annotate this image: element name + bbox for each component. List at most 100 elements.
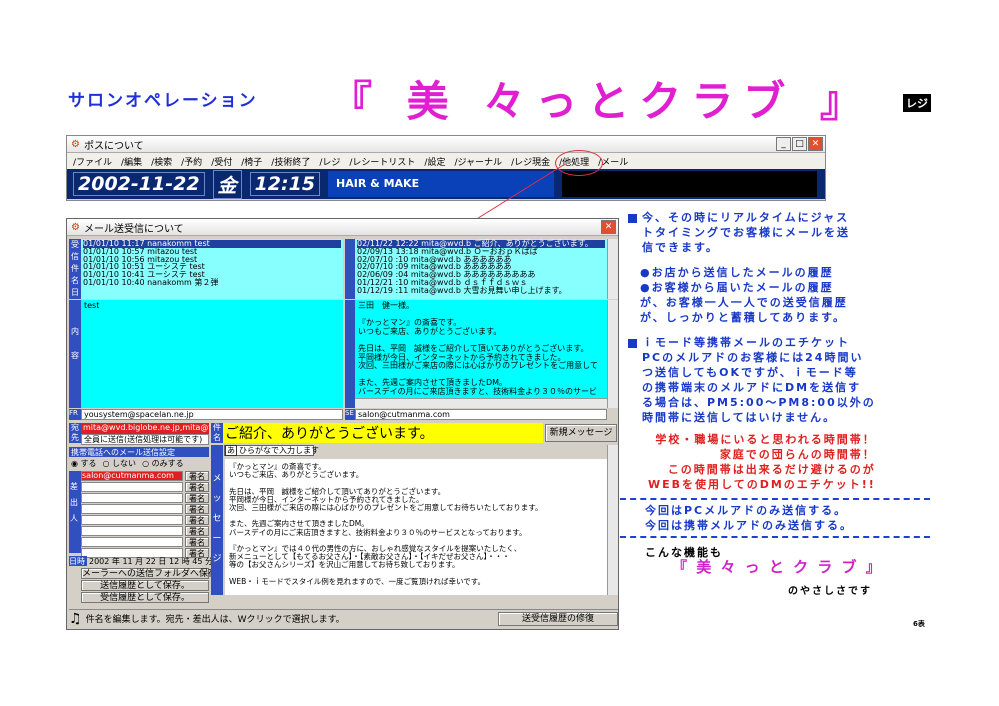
notes-line: ｉモード等携帯メールのエチケット bbox=[628, 335, 876, 350]
ime-hint[interactable]: あひらがなで入力します bbox=[224, 445, 319, 456]
from-address[interactable]: yousystem@spacelan.ne.jp bbox=[81, 409, 343, 420]
status-text: 件名を編集します。宛先・差出人は、Wクリックで選択します。 bbox=[85, 615, 345, 625]
menu-item-0[interactable]: /ファイル bbox=[73, 155, 112, 168]
menu-item-9[interactable]: /設定 bbox=[424, 155, 445, 168]
sign-button[interactable]: 署名 bbox=[185, 493, 209, 503]
menu-item-6[interactable]: /技術終了 bbox=[271, 155, 310, 168]
section-tag: レジ bbox=[903, 94, 931, 112]
datetime-value: 2002 年 11 月 22 日 12 時 45 分 bbox=[89, 557, 213, 566]
dest-label: 宛先 bbox=[69, 423, 81, 443]
close-icon[interactable]: ✕ bbox=[601, 220, 616, 234]
folder-button-2[interactable]: 受信履歴として保存。 bbox=[81, 592, 209, 603]
sent-body-label: 内容 bbox=[69, 300, 81, 408]
notes-line: PCのメルアドのお客様には24時間い bbox=[642, 351, 864, 364]
recv-side-label bbox=[345, 239, 355, 299]
sign-button[interactable]: 署名 bbox=[185, 537, 209, 547]
menu-item-8[interactable]: /レシートリスト bbox=[349, 155, 415, 168]
mobile-option-2[interactable]: ○ のみする bbox=[142, 458, 184, 469]
menu-item-5[interactable]: /椅子 bbox=[241, 155, 262, 168]
notes-line: ●お客様から届いたメールの履歴 bbox=[640, 281, 834, 294]
page-number: 6表 bbox=[913, 620, 925, 628]
menu-item-1[interactable]: /編集 bbox=[121, 155, 142, 168]
sent-body[interactable]: test bbox=[81, 300, 343, 408]
notes-line: この時間帯は出来るだけ避けるのが bbox=[667, 463, 876, 476]
menu-item-4[interactable]: /受付 bbox=[211, 155, 232, 168]
bulk-send-note[interactable]: 全員に送信(送信処理は可能です) bbox=[81, 434, 209, 445]
recv-hscrollbar[interactable] bbox=[355, 398, 607, 408]
sign-button[interactable]: 署名 bbox=[185, 471, 209, 481]
notes-line: 家庭での団らんの時間帯！ bbox=[719, 448, 876, 461]
to-address[interactable]: salon@cutmanma.com bbox=[355, 409, 607, 420]
sign-button[interactable]: 署名 bbox=[185, 504, 209, 514]
text-line: 三田 健一様。 bbox=[358, 301, 414, 310]
notes-line: が、お客様一人一人での送受信履歴 bbox=[640, 296, 848, 309]
text-line: 次回、三田様がご来店の際には心ばかりのプレゼントをご用意してお待ちいたしておりま… bbox=[229, 503, 543, 513]
text-line: 等の【お父さんシリーズ】を沢山ご用意してお待ち致しております。 bbox=[229, 560, 460, 570]
sign-button[interactable]: 署名 bbox=[185, 526, 209, 536]
notes-line: の携帯端末のメルアドにDMを送信す bbox=[642, 381, 862, 394]
weekday-display: 金 bbox=[212, 169, 242, 199]
sender-row: 署名 bbox=[81, 482, 209, 492]
pos-window-title: ポスについて bbox=[83, 140, 144, 152]
sender-label: 差出人 bbox=[69, 471, 81, 553]
sent-list[interactable]: 01/01/10 11:17 nanakomm test 01/01/10 10:… bbox=[81, 239, 343, 299]
notes-mobile-etiquette: ｉモード等携帯メールのエチケット PCのメルアドのお客様には24時間い つ送信しても… bbox=[628, 335, 876, 425]
minimize-icon[interactable]: _ bbox=[776, 137, 791, 151]
sender-field[interactable] bbox=[81, 504, 183, 514]
history-repair-button[interactable]: 送受信履歴の修復 bbox=[498, 611, 618, 626]
header-title: 『 美 々っとクラブ 』 bbox=[330, 77, 872, 126]
text-line: 次回、三田様がご来店の際には心ばかりのプレゼントをご用意して bbox=[358, 361, 598, 371]
text-line: いつもご来店、ありがとうございます。 bbox=[358, 326, 502, 336]
mobile-option-1[interactable]: ○ しない bbox=[103, 458, 137, 469]
folder-button-0[interactable]: メーラーへの送信フォルダへ保存。 bbox=[81, 568, 226, 579]
mobile-options: ◉ する ○ しない ○ のみする bbox=[71, 458, 209, 469]
from-label: FR bbox=[69, 409, 81, 420]
maximize-icon[interactable]: □ bbox=[792, 137, 807, 151]
message-body[interactable]: 『かっとマン』の斎喜です。 いつもご来店、ありがとうございます。 先日は、平岡 誠… bbox=[225, 459, 607, 595]
notes-line: 学校・職場にいると思われる時間帯！ bbox=[655, 433, 876, 446]
mail-window: ⚙ メール送受信について ✕ 受信件名日 01/01/10 11:17 nana… bbox=[66, 218, 619, 630]
dest-field[interactable]: mita@wvd.biglobe.ne.jp,mita@you bbox=[81, 423, 209, 434]
sign-button[interactable]: 署名 bbox=[185, 515, 209, 525]
recv-list[interactable]: 02/11/22 12:22 mita@wvd.b ご紹介、ありがとうございます… bbox=[355, 239, 607, 299]
recv-scrollbar[interactable] bbox=[607, 239, 618, 299]
pos-titlebar: ⚙ ポスについて _ □ ✕ bbox=[67, 136, 825, 153]
notes-line: 今、その時にリアルタイムにジャス bbox=[628, 210, 850, 225]
sender-field[interactable] bbox=[81, 482, 183, 492]
notes-history: ●お店から送信したメールの履歴 ●お客様から届いたメールの履歴が、お客様一人一人で… bbox=[640, 265, 848, 325]
sender-field[interactable] bbox=[81, 493, 183, 503]
recv-body[interactable]: 三田 健一様。 『かっとマン』の斎喜です。 いつもご来店、ありがとうございます。 … bbox=[355, 300, 607, 398]
recv-body-scrollbar[interactable] bbox=[607, 300, 618, 408]
sender-field[interactable] bbox=[81, 526, 183, 536]
list-item[interactable]: 01/12/19 :11 mita@wvd.b 大雪お見舞い申し上げます。 bbox=[357, 286, 605, 295]
sender-row: salon@cutmanma.com 署名 bbox=[81, 471, 209, 481]
notes-line: ●お店から送信したメールの履歴 bbox=[640, 266, 834, 279]
mail-window-title: メール送受信について bbox=[83, 223, 184, 235]
pos-menubar: /ファイル/編集/検索/予約/受付/椅子/技術終了/レジ/レシートリスト/設定 /… bbox=[67, 153, 825, 169]
sender-field[interactable]: salon@cutmanma.com bbox=[81, 471, 183, 481]
folder-button-1[interactable]: 送信履歴として保存。 bbox=[81, 580, 209, 591]
sender-field[interactable] bbox=[81, 515, 183, 525]
new-message-button[interactable]: 新規メッセージ bbox=[545, 424, 617, 442]
notes-line: 今回はPCメルアドのみ送信する。 bbox=[645, 504, 848, 517]
menu-item-2[interactable]: /検索 bbox=[151, 155, 172, 168]
list-item[interactable]: 01/01/10 10:40 nanakomm 第２弾 bbox=[83, 279, 341, 287]
text-line: バースデイの月にご来店頂きますと、技術料金より３０％のサービ bbox=[358, 386, 597, 396]
notes-line: WEBを使用してのDMのエチケット!! bbox=[648, 478, 876, 491]
notes-line: る場合は、PM5:00～PM8:00以外の bbox=[642, 396, 876, 409]
menu-item-7[interactable]: /レジ bbox=[319, 155, 340, 168]
subject-field[interactable]: ご紹介、ありがとうございます。 bbox=[223, 423, 543, 443]
message-scrollbar[interactable] bbox=[607, 445, 618, 595]
message-label: メッセージ bbox=[211, 445, 223, 595]
sender-field[interactable] bbox=[81, 537, 183, 547]
to-label: SE bbox=[345, 409, 355, 420]
close-icon[interactable]: ✕ bbox=[808, 137, 823, 151]
menu-item-3[interactable]: /予約 bbox=[181, 155, 202, 168]
sender-row: 署名 bbox=[81, 537, 209, 547]
sign-button[interactable]: 署名 bbox=[185, 482, 209, 492]
notes-line: 今回は携帯メルアドのみ送信する。 bbox=[645, 519, 853, 532]
subject-label: 件名 bbox=[211, 423, 223, 443]
mobile-option-0[interactable]: ◉ する bbox=[71, 458, 97, 469]
notes-line: 信できます。 bbox=[642, 241, 719, 254]
text-line: いつもご来店、ありがとうございます。 bbox=[229, 470, 364, 480]
